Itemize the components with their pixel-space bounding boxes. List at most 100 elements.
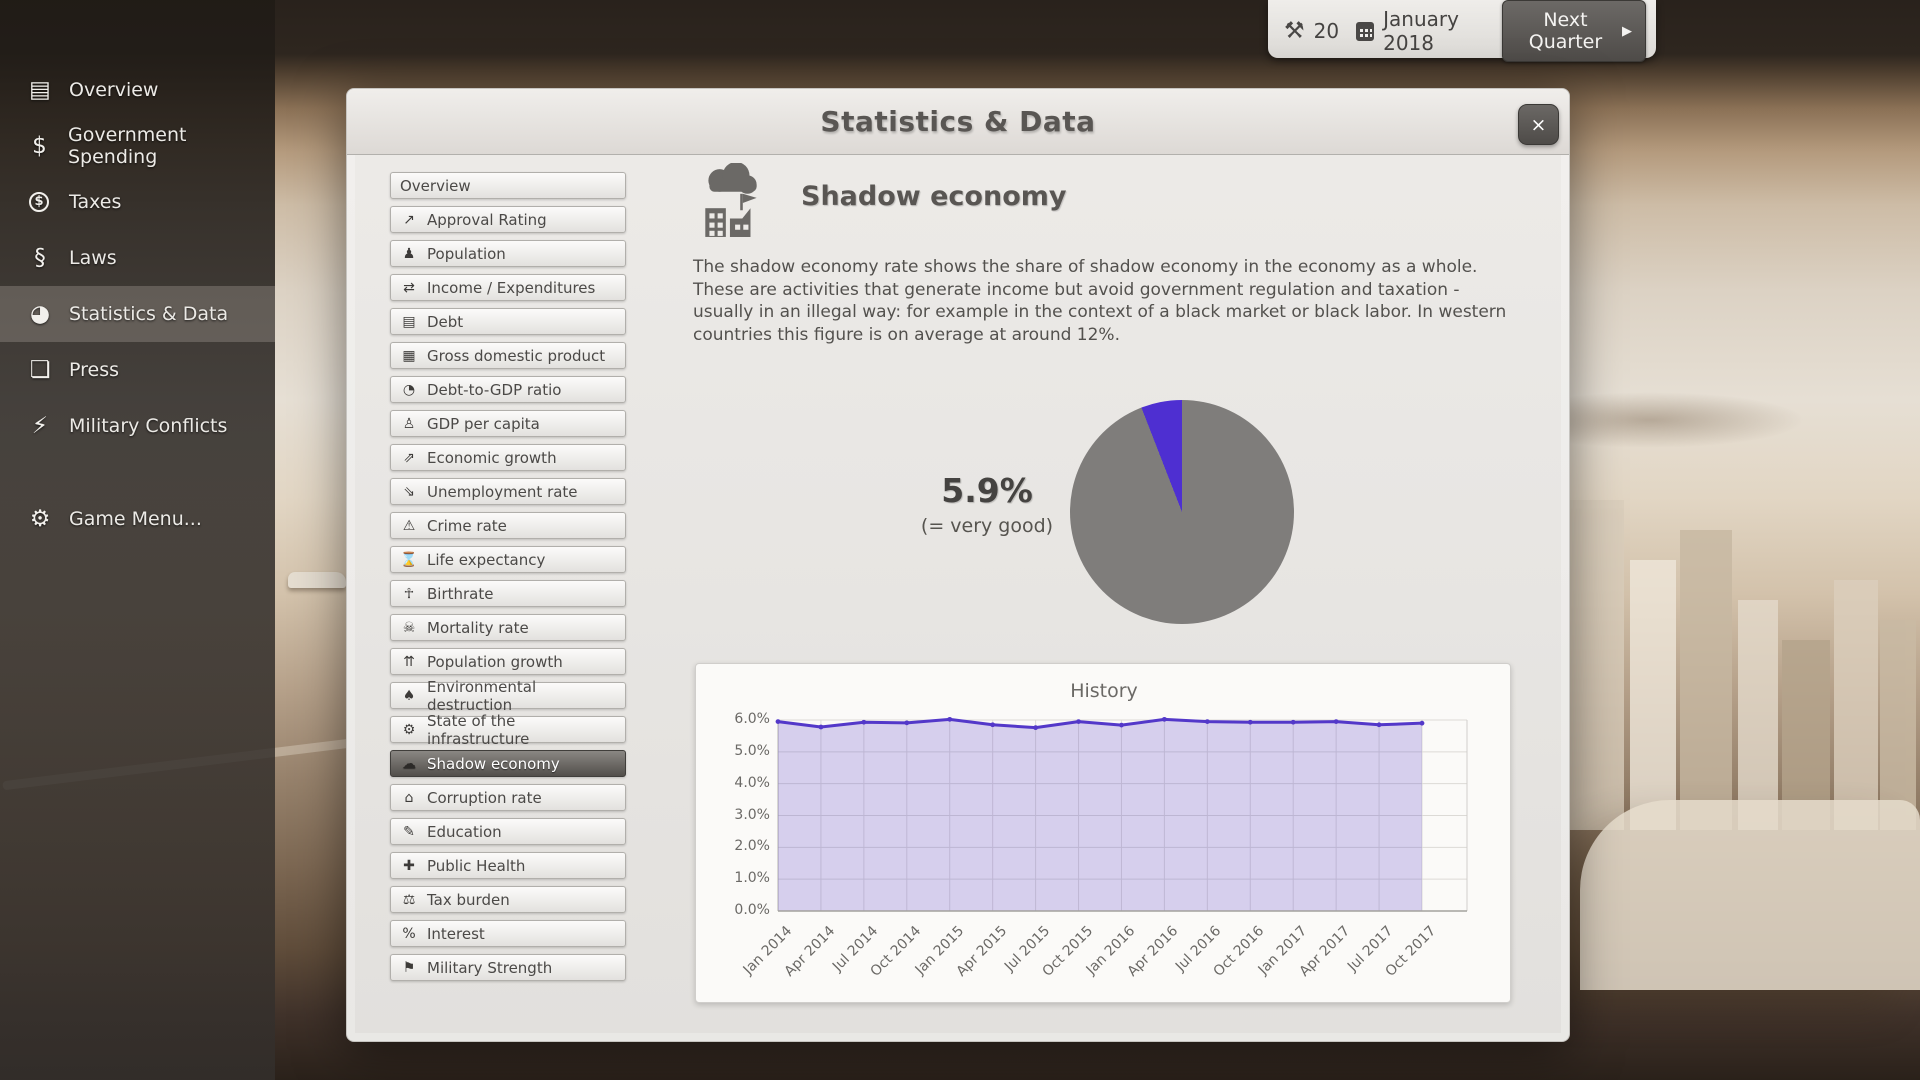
stat-button-interest[interactable]: % Interest	[390, 920, 626, 947]
next-quarter-button[interactable]: Next Quarter ▶	[1501, 0, 1646, 62]
stat-button-tax-burden[interactable]: ⚖ Tax burden	[390, 886, 626, 913]
shadow-economy-value: 5.9%	[941, 471, 1033, 510]
stat-button-mortality-rate[interactable]: ☠ Mortality rate	[390, 614, 626, 641]
sidebar-nav: ▤ Overview $ Government Spending $ Taxes § Laws…	[0, 0, 275, 1080]
y-axis-tick-label: 5.0%	[734, 742, 770, 759]
sidebar-item-game-menu[interactable]: ⚙ Game Menu...	[0, 491, 275, 547]
stat-button-label: Crime rate	[427, 516, 507, 535]
y-axis-tick-label: 0.0%	[734, 902, 770, 918]
stat-button-population-growth[interactable]: ⇈ Population growth	[390, 648, 626, 675]
sidebar-item-label: Military Conflicts	[69, 415, 228, 437]
y-axis-tick-label: 3.0%	[734, 806, 770, 823]
people-icon: ♟	[402, 245, 416, 262]
ball-chain-icon: ⚖	[402, 891, 416, 908]
statistics-modal: Statistics & Data × Overview ↗ Approval Ra…	[346, 88, 1570, 1042]
stat-button-label: Public Health	[427, 856, 526, 875]
exchange-arrows-icon: ⇄	[403, 279, 415, 296]
stat-button-label: Income / Expenditures	[427, 278, 596, 297]
tree-icon: ♠	[402, 687, 416, 704]
map-icon: ❏	[29, 357, 51, 383]
stat-button-education[interactable]: ✎ Education	[390, 818, 626, 845]
safe-icon: ▤	[402, 313, 416, 330]
shadow-economy-pie-chart	[1070, 400, 1294, 624]
close-button[interactable]: ×	[1518, 104, 1559, 145]
stat-button-label: Unemployment rate	[427, 482, 578, 501]
stat-button-military-strength[interactable]: ⚑ Military Strength	[390, 954, 626, 981]
pie-value-block: 5.9% (= very good)	[882, 471, 1092, 537]
mortality-icon: ☠	[402, 619, 416, 636]
sidebar-item-overview[interactable]: ▤ Overview	[0, 62, 275, 118]
top-status-bar: ⚒ 20 January 2018 Next Quarter ▶	[1268, 0, 1656, 62]
detail-title: Shadow economy	[801, 181, 1067, 212]
stat-button-population[interactable]: ♟ Population	[390, 240, 626, 267]
stat-button-life-expectancy[interactable]: ⌛ Life expectancy	[390, 546, 626, 573]
stat-button-crime-rate[interactable]: ⚠ Crime rate	[390, 512, 626, 539]
stat-button-gdp-per-capita[interactable]: ♙ GDP per capita	[390, 410, 626, 437]
sidebar-item-label: Press	[69, 359, 120, 381]
stat-list: Overview ↗ Approval Rating ♟ Population ⇄ Inco…	[390, 172, 626, 988]
sidebar-item-statistics-data[interactable]: ◕ Statistics & Data	[0, 286, 275, 342]
sidebar-item-label: Government Spending	[67, 124, 187, 168]
crowd-icon: ⇈	[403, 653, 415, 670]
stat-button-label: Environmental destruction	[427, 677, 537, 714]
next-quarter-label: Next Quarter	[1528, 9, 1603, 53]
calendar-icon	[1356, 21, 1375, 41]
stat-button-label: Overview	[400, 176, 471, 195]
growth-chart-icon: ⇗	[403, 449, 415, 466]
stat-button-label: Mortality rate	[427, 618, 529, 637]
stat-button-label: Population growth	[427, 652, 563, 671]
sidebar-item-government-spending[interactable]: $ Government Spending	[0, 118, 275, 174]
close-icon: ×	[1530, 113, 1547, 136]
gear-icon: ⚙	[29, 506, 51, 532]
coin-icon: $	[29, 192, 49, 212]
stat-button-environmental-destruction[interactable]: ♠ Environmental destruction	[390, 678, 626, 714]
dollar-icon: $	[32, 133, 47, 159]
shield-alert-icon: ⚠	[402, 517, 416, 534]
sidebar-item-military-conflicts[interactable]: ⚡ Military Conflicts	[0, 398, 275, 454]
stat-button-label: Birthrate	[427, 584, 494, 603]
stat-button-label: Interest	[427, 924, 485, 943]
stat-button-unemployment-rate[interactable]: ⇘ Unemployment rate	[390, 478, 626, 505]
stat-button-corruption-rate[interactable]: ⌂ Corruption rate	[390, 784, 626, 811]
shadow-economy-rating: (= very good)	[920, 515, 1054, 537]
overview-doc-icon: ▤	[29, 77, 51, 103]
stat-button-economic-growth[interactable]: ⇗ Economic growth	[390, 444, 626, 471]
history-chart-title: History	[1070, 680, 1138, 702]
stat-button-income-expenditures[interactable]: ⇄ Income / Expenditures	[390, 274, 626, 301]
stat-button-label: Life expectancy	[427, 550, 546, 569]
grid-icon: ▦	[402, 347, 416, 364]
sidebar-item-press[interactable]: ❏ Press	[0, 342, 275, 398]
cloud-factory-icon: ☁	[402, 755, 416, 772]
stat-button-gross-domestic-product[interactable]: ▦ Gross domestic product	[390, 342, 626, 369]
train-icon: ⚙	[402, 721, 416, 738]
stat-button-state-of-the-infrastructure[interactable]: ⚙ State of the infrastructure	[390, 712, 626, 748]
pie-ratio-icon: ◔	[402, 381, 416, 398]
y-axis-tick-label: 6.0%	[734, 711, 770, 727]
hospital-bed-icon: ⌛	[400, 551, 418, 568]
baby-icon: ☥	[403, 585, 415, 602]
stat-button-label: Corruption rate	[427, 788, 542, 807]
stat-button-debt-to-gdp-ratio[interactable]: ◔ Debt-to-GDP ratio	[390, 376, 626, 403]
person-icon: ♙	[402, 415, 416, 432]
sidebar-item-laws[interactable]: § Laws	[0, 230, 275, 286]
education-book-icon: ✎	[403, 823, 415, 840]
y-axis-tick-label: 1.0%	[734, 870, 770, 887]
lightning-icon: ⚡	[31, 413, 49, 439]
hammer-wrench-icon: ⚒	[1284, 18, 1305, 44]
modal-title: Statistics & Data	[820, 105, 1096, 138]
stat-button-birthrate[interactable]: ☥ Birthrate	[390, 580, 626, 607]
current-date: January 2018	[1383, 7, 1459, 55]
sidebar-item-taxes[interactable]: $ Taxes	[0, 174, 275, 230]
play-arrow-icon: ▶	[1622, 23, 1632, 39]
stat-button-shadow-economy[interactable]: ☁ Shadow economy	[390, 750, 626, 777]
background-cruise-ship	[288, 572, 346, 588]
stat-button-approval-rating[interactable]: ↗ Approval Rating	[390, 206, 626, 233]
background-buildings	[1560, 430, 1920, 830]
stat-button-debt[interactable]: ▤ Debt	[390, 308, 626, 335]
sidebar-item-label: Laws	[69, 247, 117, 269]
stat-button-label: Approval Rating	[427, 210, 547, 229]
sidebar-item-label: Taxes	[69, 191, 122, 213]
stat-button-overview[interactable]: Overview	[390, 172, 626, 199]
stat-button-public-health[interactable]: ✚ Public Health	[390, 852, 626, 879]
stat-button-label: Debt	[427, 312, 464, 331]
